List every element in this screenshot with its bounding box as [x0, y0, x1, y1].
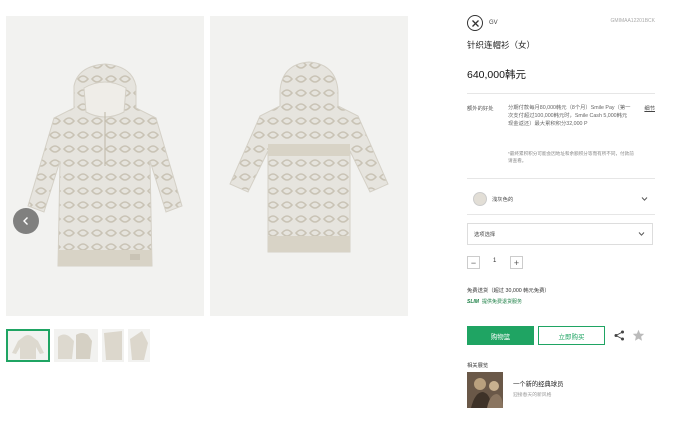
chevron-down-icon: [638, 232, 645, 236]
product-price: 640,000韩元: [467, 69, 526, 81]
hoodie-back-illustration: [229, 61, 389, 253]
brand-logo-icon: [471, 19, 479, 27]
shipping-title: 免费送货（超过 30,000 韩元免费）: [467, 288, 550, 294]
benefits-section: 额外的好处 分期付款每月80,000韩元（8个月）Smile Pay（第一次支付…: [467, 104, 655, 174]
shipping-badge: SLIM: [467, 298, 479, 305]
related-exhibition-image[interactable]: [467, 372, 503, 408]
related-image-illustration: [467, 372, 503, 408]
thumbnail-3[interactable]: [102, 329, 124, 362]
color-option-label: 浅灰色的: [492, 197, 514, 203]
thumbnail-4[interactable]: [128, 329, 150, 362]
chevron-left-icon: [23, 217, 28, 225]
benefits-detail-link[interactable]: 细节: [644, 104, 655, 112]
thumbnail-image: [130, 331, 148, 360]
product-image-back[interactable]: [210, 16, 408, 316]
star-icon[interactable]: [632, 329, 645, 342]
product-sku: GMIMAA12201BCK: [610, 18, 655, 24]
benefits-label: 额外的好处: [467, 106, 494, 112]
benefits-text: 分期付款每月80,000韩元（8个月）Smile Pay（第一次支付超过100,…: [508, 105, 631, 127]
thumbnail-1[interactable]: [6, 329, 50, 362]
product-info-panel: GV GMIMAA12201BCK 针织连帽衫（女） 640,000韩元: [467, 14, 655, 82]
add-to-cart-button[interactable]: 购物篮: [467, 326, 534, 345]
quantity-value[interactable]: 1: [493, 258, 496, 264]
previous-image-button[interactable]: [13, 208, 39, 234]
quantity-decrease-button[interactable]: −: [467, 256, 480, 269]
chevron-down-icon: [641, 197, 648, 201]
size-option-select[interactable]: 选项选择: [467, 223, 653, 245]
quantity-increase-button[interactable]: +: [510, 256, 523, 269]
color-option-select[interactable]: 浅灰色的: [467, 189, 655, 209]
brand-name[interactable]: GV: [489, 20, 498, 26]
free-return-text: 提供免费退货服务: [481, 299, 522, 305]
divider: [467, 214, 655, 215]
brand-logo[interactable]: [467, 15, 483, 31]
thumbnail-image: [104, 331, 122, 360]
related-exhibition-title: 相关展览: [467, 363, 489, 369]
thumbnail-strip: [6, 329, 150, 362]
product-image-front[interactable]: [6, 16, 204, 316]
related-exhibition-subtitle: 迎接春天的新风格: [513, 393, 552, 398]
divider: [467, 93, 655, 94]
hoodie-front-illustration: [27, 63, 183, 267]
free-return-link[interactable]: SLIM 提供免费退货服务: [467, 298, 522, 306]
product-title: 针织连帽衫（女）: [467, 40, 536, 50]
thumbnail-image: [58, 333, 92, 359]
color-swatch: [473, 192, 487, 206]
benefits-note: *最终累积积分可能会因地址和余额积分等而有所不同，付款前请查看。: [508, 151, 634, 163]
buy-now-button[interactable]: 立即购买: [538, 326, 605, 345]
size-option-label: 选项选择: [474, 232, 496, 238]
divider: [467, 178, 655, 179]
thumbnail-2[interactable]: [54, 329, 98, 362]
share-icon[interactable]: [614, 330, 625, 341]
thumbnail-image: [12, 335, 44, 359]
related-exhibition-name[interactable]: 一个新的经典球员: [513, 379, 563, 388]
